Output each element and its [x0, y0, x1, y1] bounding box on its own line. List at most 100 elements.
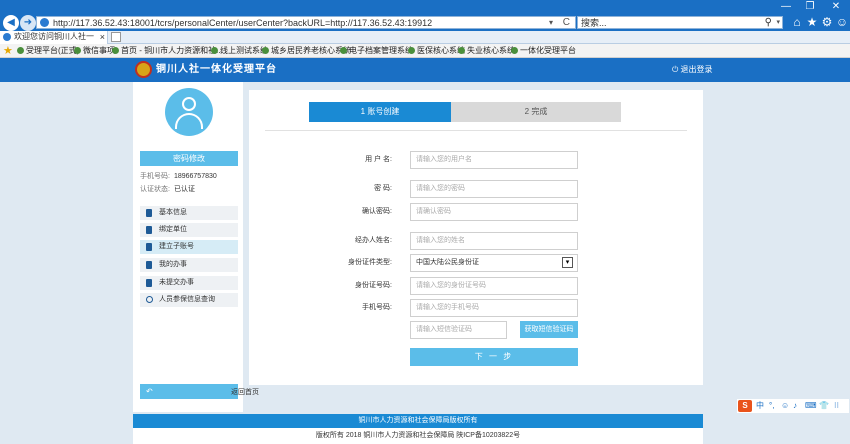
site-title: 铜川人社一体化受理平台	[156, 64, 277, 75]
home-icon[interactable]: ⌂	[790, 15, 804, 30]
id-number-label: 身份证号码:	[355, 282, 392, 289]
sidebar-item-label: 我的办事	[159, 261, 187, 268]
address-text[interactable]: http://117.36.52.43:18001/tcrs/personalC…	[53, 17, 432, 29]
tab-close-icon[interactable]: ×	[100, 31, 105, 43]
ime-voice-icon[interactable]: ♪	[793, 399, 797, 413]
ie-page-icon	[40, 18, 49, 27]
subaccount-form-panel: 1 账号创建 2 完成 用 户 名: 请输入您的用户名 密 码: 请输入您的密码…	[249, 90, 703, 385]
user-sidebar: 密码修改 手机号码: 18966757830 认证状态: 已认证 基本信息 绑定单位…	[133, 82, 259, 412]
handler-name-input[interactable]: 请输入您的姓名	[410, 232, 578, 250]
minimize-button[interactable]: —	[776, 0, 796, 14]
forward-arrow-icon: ➜	[23, 17, 33, 28]
document-icon	[146, 243, 152, 251]
sidebar-item-bind-unit[interactable]: 绑定单位	[140, 223, 238, 237]
ime-keyboard-icon[interactable]: ⌨	[805, 399, 817, 413]
step-account-create: 1 账号创建	[309, 102, 461, 122]
document-icon	[146, 209, 152, 217]
sidebar-item-unsubmitted[interactable]: 未提交办事	[140, 276, 238, 290]
forward-button[interactable]: ➜	[20, 15, 36, 31]
refresh-icon[interactable]: C	[563, 17, 570, 29]
footer-org: 铜川市人力资源和社会保障局版权所有	[133, 414, 703, 428]
favorites-bar: ★ 受理平台(正式) 微信事项 首页 - 铜川市人力资源和社... 线上测试系统…	[0, 44, 850, 58]
search-box[interactable]: 搜索... ⚲ ▾	[577, 16, 783, 29]
username-label: 用 户 名:	[365, 156, 392, 163]
auth-label: 认证状态:	[140, 186, 170, 193]
phone-label: 手机号码:	[140, 173, 170, 180]
user-head-icon	[182, 97, 196, 111]
folder-icon	[146, 279, 152, 287]
footer-copyright: 版权所有 2018 铜川市人力资源和社会保障局 陕ICP备10203822号	[133, 428, 703, 444]
password-label: 密 码:	[374, 185, 392, 192]
back-home-label: 返回首页	[231, 389, 259, 396]
favorite-link[interactable]: 微信事项	[74, 44, 115, 58]
change-password-button[interactable]: 密码修改	[140, 151, 238, 166]
search-icon[interactable]: ⚲	[765, 17, 772, 29]
ime-punctuation-icon[interactable]: °,	[769, 399, 774, 413]
settings-gear-icon[interactable]: ⚙	[820, 15, 834, 30]
ime-toolbar: S 中 °, ☺ ♪ ⌨ 👕 ⁝⁝	[737, 399, 849, 413]
back-button[interactable]: ◀	[3, 15, 19, 31]
next-step-button[interactable]: 下 一 步	[410, 348, 578, 366]
feedback-smiley-icon[interactable]: ☺	[835, 15, 849, 30]
logout-link[interactable]: ⏻ 退出登录	[672, 58, 713, 82]
sidebar-item-insurance-query[interactable]: 人员参保信息查询	[140, 293, 238, 307]
auth-value: 已认证	[173, 186, 195, 193]
tab-label: 欢迎您访问铜川人社一体化...	[14, 32, 94, 41]
sidebar-item-label: 绑定单位	[159, 226, 187, 233]
favorite-link[interactable]: 医保核心系统	[408, 44, 465, 58]
favorite-link[interactable]: 受理平台(正式)	[17, 44, 79, 58]
new-tab-button[interactable]	[111, 32, 121, 42]
sidebar-item-my-affairs[interactable]: 我的办事	[140, 258, 238, 272]
phone-value: 18966757830	[173, 173, 217, 180]
mobile-input[interactable]: 请输入您的手机号码	[410, 299, 578, 317]
browser-navbar: ◀ ➜ http://117.36.52.43:18001/tcrs/perso…	[0, 14, 850, 31]
phone-info: 手机号码: 18966757830	[140, 172, 217, 182]
favorite-link[interactable]: 线上测试系统	[211, 44, 268, 58]
username-input[interactable]: 请输入您的用户名	[410, 151, 578, 169]
favorite-link[interactable]: 失业核心系统	[458, 44, 515, 58]
ime-toolbox-icon[interactable]: ⁝⁝	[834, 399, 839, 413]
address-bar[interactable]: http://117.36.52.43:18001/tcrs/personalC…	[36, 16, 576, 29]
get-sms-code-button[interactable]: 获取短信验证码	[520, 321, 578, 338]
back-home-button[interactable]: ↶ 返回首页	[140, 384, 259, 399]
tab-favicon-icon	[3, 33, 11, 41]
search-dropdown-icon[interactable]: ▾	[776, 17, 780, 29]
maximize-button[interactable]: ❐	[800, 0, 820, 14]
national-emblem-icon	[135, 61, 152, 78]
favorite-link[interactable]: 首页 - 铜川市人力资源和社...	[112, 44, 223, 58]
confirm-password-label: 确认密码:	[362, 208, 392, 215]
browser-titlebar: — ❐ ✕	[0, 0, 850, 14]
tab-active[interactable]: 欢迎您访问铜川人社一体化... ×	[0, 31, 108, 44]
password-input[interactable]: 请输入您的密码	[410, 180, 578, 198]
ime-skin-icon[interactable]: 👕	[819, 399, 829, 413]
confirm-password-input[interactable]: 请确认密码	[410, 203, 578, 221]
favorite-link[interactable]: 电子档案管理系统	[340, 44, 413, 58]
ime-chinese-mode[interactable]: 中	[756, 399, 764, 413]
sidebar-item-label: 未提交办事	[159, 279, 194, 286]
id-type-label: 身份证件类型:	[348, 259, 392, 266]
return-arrow-icon: ↶	[146, 387, 153, 396]
sogou-logo-icon[interactable]: S	[738, 400, 752, 412]
id-number-input[interactable]: 请输入您的身份证号码	[410, 277, 578, 295]
ime-emoji-icon[interactable]: ☺	[781, 399, 789, 413]
user-body-icon	[175, 113, 203, 129]
close-window-button[interactable]: ✕	[826, 0, 846, 14]
sidebar-item-label: 人员参保信息查询	[159, 296, 215, 303]
address-dropdown-icon[interactable]: ▾	[549, 17, 553, 29]
sidebar-item-label: 基本信息	[159, 209, 187, 216]
id-type-select[interactable]: 中国大陆公民身份证 ▾	[410, 254, 578, 272]
sms-code-input[interactable]: 请输入短信验证码	[410, 321, 507, 339]
document-icon	[146, 226, 152, 234]
sidebar-item-basic-info[interactable]: 基本信息	[140, 206, 238, 220]
auth-info: 认证状态: 已认证	[140, 185, 195, 195]
tab-bar: 欢迎您访问铜川人社一体化... ×	[0, 31, 850, 44]
chevron-down-icon[interactable]: ▾	[562, 257, 573, 268]
favorites-star-icon[interactable]: ★	[805, 15, 819, 30]
site-header: 铜川人社一体化受理平台 ⏻ 退出登录	[0, 58, 850, 82]
step-complete: 2 完成	[451, 102, 621, 122]
sidebar-item-create-subaccount[interactable]: 建立子账号	[140, 240, 238, 254]
favorite-link[interactable]: 城乡居民养老核心系统	[262, 44, 351, 58]
favorites-star-icon[interactable]: ★	[3, 45, 13, 57]
back-arrow-icon: ◀	[7, 17, 15, 28]
favorite-link[interactable]: 一体化受理平台	[511, 44, 576, 58]
